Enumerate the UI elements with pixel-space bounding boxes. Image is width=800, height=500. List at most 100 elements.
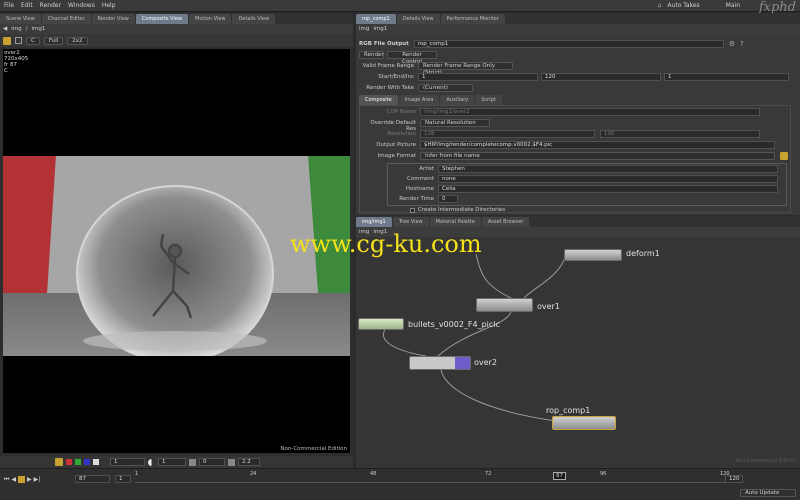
rop-name-field[interactable]: rop_comp1 xyxy=(413,40,724,48)
sub-tab-row: Composite Image Area Auxiliary Script xyxy=(359,95,502,105)
frame-field-1[interactable]: 1 xyxy=(110,458,145,466)
output-picture-field[interactable]: $HIP/img/render/completecomp.v0002.$F4.p… xyxy=(420,141,775,149)
playhead[interactable]: 87 xyxy=(553,472,566,480)
menu-render[interactable]: Render xyxy=(40,2,61,9)
tab-auxiliary[interactable]: Auxiliary xyxy=(440,95,475,105)
gear-icon[interactable]: ⚙ xyxy=(729,40,735,48)
tab-script[interactable]: Script xyxy=(475,95,502,105)
current-frame-field[interactable]: 87 xyxy=(75,475,110,483)
res-width-field[interactable]: 128 xyxy=(420,130,595,138)
cop-name-field[interactable]: /img/img1/over2 xyxy=(420,108,760,116)
deform1-node[interactable] xyxy=(564,249,622,261)
layout-select[interactable]: 2x2 xyxy=(67,36,88,45)
hostname-field[interactable]: Celia xyxy=(438,185,778,193)
rop-buttons: Render Render Control xyxy=(359,51,437,65)
help-icon[interactable]: ? xyxy=(740,40,744,48)
tick-24: 24 xyxy=(250,471,257,477)
render-with-take-select[interactable]: (Current) xyxy=(418,84,473,92)
image-format-label: Image Format xyxy=(377,153,416,159)
start-frame-field[interactable]: 1 xyxy=(418,73,538,81)
step-back-icon[interactable]: ◀ xyxy=(11,476,16,484)
auto-takes-label[interactable]: Auto Takes xyxy=(667,2,699,9)
timeline: 1 24 48 72 96 120 87 ⏮ ◀ ▶ ▶| 87 1 120 A… xyxy=(0,468,800,500)
jump-start-icon[interactable]: ⏮ xyxy=(4,476,9,484)
img-node[interactable]: img1 xyxy=(373,26,387,32)
menu-file[interactable]: File xyxy=(4,2,14,9)
render-time-label: Render Time xyxy=(399,196,434,202)
end-frame-field[interactable]: 120 xyxy=(725,475,743,483)
tab-motion-view[interactable]: Motion View xyxy=(189,14,232,24)
play-icon[interactable]: ▶ xyxy=(27,476,32,484)
tab-image-area[interactable]: Image Area xyxy=(398,95,440,105)
tab-composite-view[interactable]: Composite View xyxy=(135,14,189,24)
left-path-bar: ◀ img / img1 xyxy=(0,24,353,34)
start-frame-field[interactable]: 1 xyxy=(115,475,131,483)
hostname-label: Hostname xyxy=(405,186,434,192)
res-select[interactable]: Full xyxy=(43,36,64,45)
desktop-select[interactable]: Main xyxy=(726,2,740,9)
comment-label: Comment xyxy=(407,176,434,182)
tab-composite[interactable]: Composite xyxy=(359,95,398,105)
inc-frame-field[interactable]: 1 xyxy=(664,73,789,81)
over2-node[interactable] xyxy=(409,356,471,370)
render-time-field[interactable]: 0 xyxy=(438,195,458,203)
left-tab-row: Scene View Channel Editor Render View Co… xyxy=(0,13,353,24)
stop-icon[interactable] xyxy=(18,476,26,483)
net-hint: Non-Commercial Edition xyxy=(735,458,796,464)
bullets-file-node[interactable] xyxy=(358,318,404,330)
auto-takes-icon[interactable]: ⌂ xyxy=(658,2,662,9)
tab-details-view[interactable]: Details View xyxy=(232,14,276,24)
comment-field[interactable]: none xyxy=(438,175,778,183)
select-icon[interactable] xyxy=(3,36,11,45)
exposure-icon[interactable] xyxy=(189,458,196,466)
blue-channel-icon[interactable] xyxy=(84,459,90,465)
menu-help[interactable]: Help xyxy=(102,2,116,9)
red-channel-icon[interactable] xyxy=(66,459,72,465)
menu-windows[interactable]: Windows xyxy=(68,2,95,9)
timeline-ruler[interactable]: 1 24 48 72 96 120 87 xyxy=(135,471,735,483)
image-format-icon[interactable] xyxy=(780,152,788,160)
menu-edit[interactable]: Edit xyxy=(21,2,33,9)
intermediate-dirs-checkbox[interactable]: Create Intermediate Directories xyxy=(410,207,505,213)
cop-name-label: COP Name xyxy=(386,109,416,115)
channel-select[interactable]: C xyxy=(26,36,40,45)
over1-node[interactable] xyxy=(476,298,533,312)
valid-frame-range-select[interactable]: Render Frame Range Only (Strict) xyxy=(418,62,513,76)
tab-performance-monitor[interactable]: Performance Monitor xyxy=(440,14,505,24)
playback-icon[interactable] xyxy=(55,458,63,466)
tab-rop-comp1[interactable]: rop_comp1 xyxy=(356,14,396,24)
tab-channel-editor[interactable]: Channel Editor xyxy=(41,14,91,24)
render-button[interactable]: Render xyxy=(359,51,384,59)
bullets-file-label: bullets_v0002_F4_piclc xyxy=(408,320,500,329)
start-end-inc-label: Start/End/Inc xyxy=(378,74,414,80)
res-height-field[interactable]: 100 xyxy=(600,130,760,138)
back-icon[interactable]: ◀ xyxy=(3,26,7,32)
auto-update-select[interactable]: Auto Update xyxy=(740,489,796,497)
img-node[interactable]: img1 xyxy=(31,26,45,32)
tab-render-view[interactable]: Render View xyxy=(91,14,135,24)
step-forward-icon[interactable]: ▶| xyxy=(34,476,41,484)
green-channel-icon[interactable] xyxy=(75,459,81,465)
override-res-select[interactable]: Natural Resolution xyxy=(420,119,490,127)
gamma-field[interactable]: 2.2 xyxy=(238,458,260,466)
image-format-select[interactable]: Infer from file name xyxy=(420,152,775,160)
tick-1: 1 xyxy=(135,471,139,477)
playback-controls: ⏮ ◀ ▶ ▶| xyxy=(4,476,40,484)
render-control-button[interactable]: Render Control xyxy=(387,51,437,65)
frame-field-2[interactable]: 1 xyxy=(158,458,186,466)
gamma-icon[interactable] xyxy=(228,458,235,466)
tab-scene-view[interactable]: Scene View xyxy=(0,14,41,24)
end-frame-field[interactable]: 120 xyxy=(541,73,661,81)
img-context[interactable]: img xyxy=(11,26,21,32)
artist-field[interactable]: Stephen xyxy=(438,165,778,173)
grid-icon[interactable] xyxy=(15,37,22,44)
alpha-channel-icon[interactable] xyxy=(93,459,99,465)
contrast-icon[interactable] xyxy=(148,458,155,466)
resolution-label: Resolution xyxy=(387,131,416,137)
rop-comp1-node[interactable] xyxy=(552,416,616,430)
checkbox-icon[interactable] xyxy=(410,207,415,213)
tab-param-details[interactable]: Details View xyxy=(396,14,440,24)
img-context[interactable]: img xyxy=(359,26,369,32)
value-field-3[interactable]: 0 xyxy=(199,458,225,466)
over2-label: over2 xyxy=(474,358,497,367)
